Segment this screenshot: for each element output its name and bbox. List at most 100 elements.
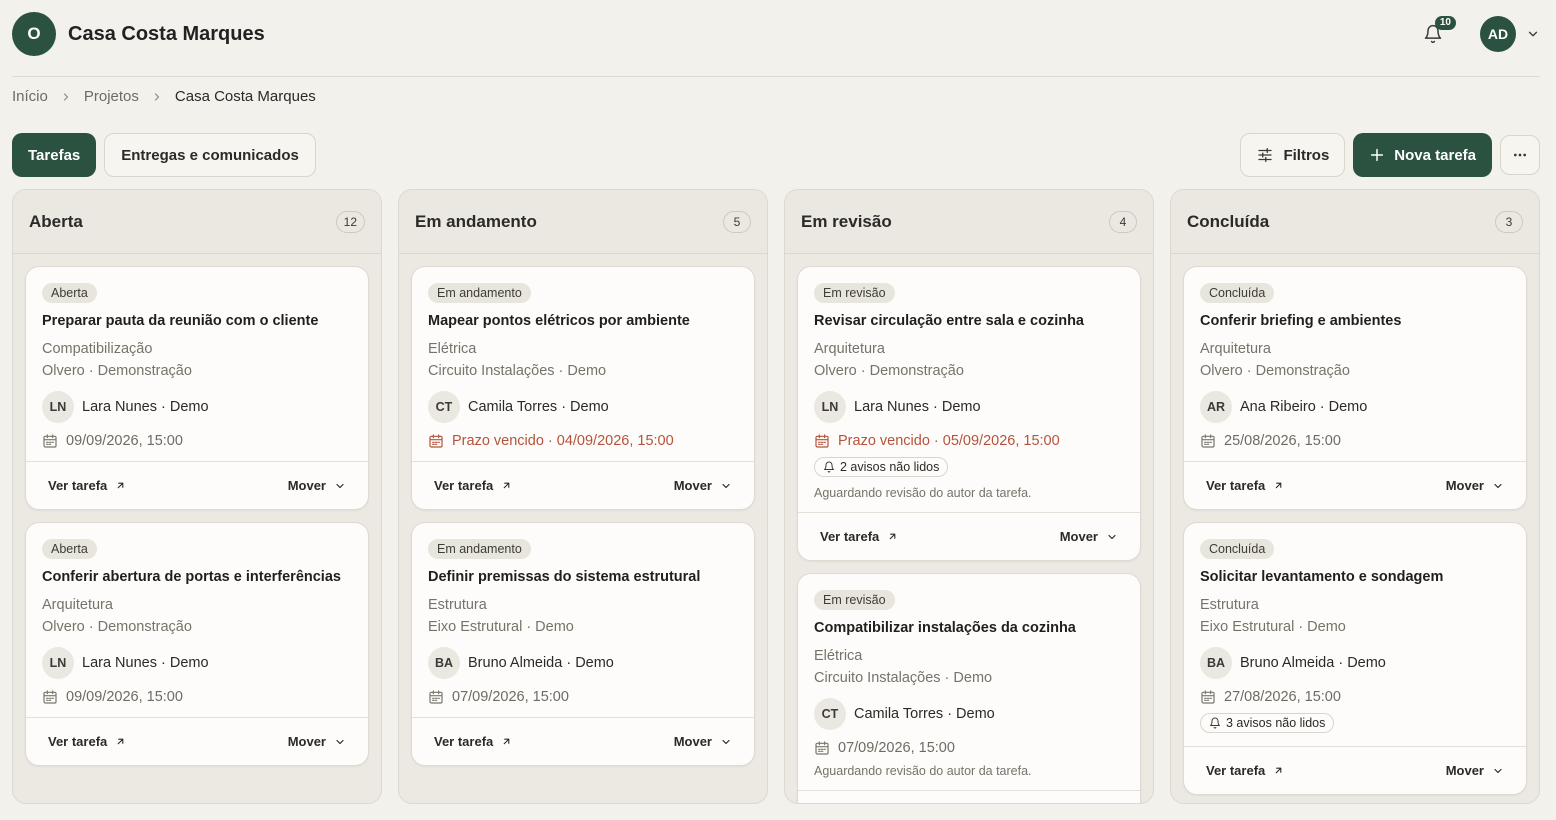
- move-task-button[interactable]: Mover: [1446, 478, 1504, 493]
- column-title: Em revisão: [801, 211, 892, 231]
- toolbar-actions: Filtros Nova tarefa: [1240, 133, 1540, 177]
- column-title: Aberta: [29, 211, 83, 231]
- avatar: LN: [814, 391, 846, 423]
- due-date-text: 07/09/2026, 15:00: [838, 740, 955, 756]
- move-task-button[interactable]: Mover: [288, 478, 346, 493]
- move-task-button[interactable]: Mover: [674, 478, 732, 493]
- more-options-button[interactable]: [1500, 135, 1540, 175]
- calendar-icon: [43, 434, 57, 448]
- view-task-link[interactable]: Ver tarefa: [48, 478, 126, 493]
- user-avatar[interactable]: AD: [1480, 16, 1516, 52]
- plus-icon: [1371, 148, 1384, 162]
- task-due-date: 27/08/2026, 15:00: [1200, 689, 1510, 705]
- user-menu-chevron[interactable]: [1526, 27, 1540, 41]
- view-task-link[interactable]: Ver tarefa: [1206, 763, 1284, 778]
- external-arrow-icon: [503, 738, 510, 745]
- view-task-label: Ver tarefa: [1206, 763, 1266, 778]
- move-task-button[interactable]: Mover: [1060, 529, 1118, 544]
- task-title[interactable]: Conferir briefing e ambientes: [1200, 313, 1510, 329]
- status-badge: Em revisão: [814, 590, 895, 610]
- avatar: BA: [428, 647, 460, 679]
- task-card-content: Em andamento Mapear pontos elétricos por…: [412, 267, 754, 461]
- calendar-icon: [815, 434, 829, 448]
- status-badge: Aberta: [42, 539, 97, 559]
- external-arrow-icon: [503, 482, 510, 489]
- kanban-board: Aberta 12 Aberta Preparar pauta da reuni…: [12, 189, 1540, 804]
- column-header: Em andamento 5: [399, 190, 767, 254]
- task-card-content: Concluída Conferir briefing e ambientes …: [1184, 267, 1526, 461]
- task-card[interactable]: Aberta Preparar pauta da reunião com o c…: [25, 266, 369, 510]
- task-title[interactable]: Definir premissas do sistema estrutural: [428, 569, 738, 585]
- task-card[interactable]: Aberta Conferir abertura de portas e int…: [25, 522, 369, 766]
- view-task-link[interactable]: Ver tarefa: [1206, 478, 1284, 493]
- view-task-link[interactable]: Ver tarefa: [820, 529, 898, 544]
- view-task-label: Ver tarefa: [434, 478, 494, 493]
- external-arrow-icon: [889, 533, 896, 540]
- view-task-link[interactable]: Ver tarefa: [434, 478, 512, 493]
- task-team: Circuito Instalações · Demo: [814, 670, 993, 686]
- new-task-label: Nova tarefa: [1394, 146, 1476, 164]
- move-task-button[interactable]: Mover: [674, 734, 732, 749]
- move-task-label: Mover: [287, 478, 326, 493]
- breadcrumb-projects[interactable]: Projetos: [84, 88, 139, 105]
- task-assignee: CT Camila Torres · Demo: [428, 391, 738, 423]
- more-horizontal-icon: [1514, 153, 1526, 157]
- task-card[interactable]: Em revisão Revisar circulação entre sala…: [797, 266, 1141, 561]
- column-header: Concluída 3: [1171, 190, 1539, 254]
- move-task-label: Mover: [287, 734, 326, 749]
- move-task-button[interactable]: Mover: [1446, 763, 1504, 778]
- notifications-button[interactable]: 10: [1418, 16, 1456, 49]
- task-assignee: LN Lara Nunes · Demo: [42, 391, 352, 423]
- calendar-icon: [815, 741, 829, 755]
- filters-button[interactable]: Filtros: [1240, 133, 1346, 177]
- column-count-badge: 4: [1109, 210, 1137, 233]
- assignee-name: Bruno Almeida · Demo: [468, 655, 614, 671]
- task-card[interactable]: Concluída Solicitar levantamento e sonda…: [1183, 522, 1527, 795]
- task-title[interactable]: Preparar pauta da reunião com o cliente: [42, 313, 352, 329]
- task-card[interactable]: Em andamento Mapear pontos elétricos por…: [411, 266, 755, 510]
- move-task-button[interactable]: Mover: [288, 734, 346, 749]
- unread-notices-badge[interactable]: 3 avisos não lidos: [1200, 713, 1335, 733]
- org-logo[interactable]: O: [12, 12, 56, 56]
- task-title[interactable]: Revisar circulação entre sala e cozinha: [814, 313, 1124, 329]
- unread-notices-text: 3 avisos não lidos: [1226, 716, 1326, 730]
- task-card[interactable]: Concluída Conferir briefing e ambientes …: [1183, 266, 1527, 510]
- task-title[interactable]: Solicitar levantamento e sondagem: [1200, 569, 1510, 585]
- task-card[interactable]: Em andamento Definir premissas do sistem…: [411, 522, 755, 766]
- unread-notices-badge[interactable]: 2 avisos não lidos: [814, 457, 949, 477]
- tab-deliveries[interactable]: Entregas e comunicados: [104, 133, 316, 177]
- chevron-down-icon: [1108, 534, 1116, 539]
- task-due-date: Prazo vencido · 04/09/2026, 15:00: [428, 433, 738, 449]
- status-badge: Aberta: [42, 283, 97, 303]
- assignee-name: Camila Torres · Demo: [468, 399, 609, 415]
- status-badge: Em revisão: [814, 283, 895, 303]
- task-due-date: Prazo vencido · 05/09/2026, 15:00: [814, 433, 1124, 449]
- due-date-text: 07/09/2026, 15:00: [452, 689, 569, 705]
- column-count-badge: 5: [723, 210, 751, 233]
- tab-tasks[interactable]: Tarefas: [12, 133, 97, 177]
- assignee-name: Lara Nunes · Demo: [82, 399, 209, 415]
- task-discipline: Arquitetura: [1200, 341, 1271, 357]
- task-card[interactable]: Em revisão Compatibilizar instalações da…: [797, 573, 1141, 803]
- column-header: Em revisão 4: [785, 190, 1153, 254]
- calendar-icon: [1201, 434, 1215, 448]
- task-assignee: CT Camila Torres · Demo: [814, 698, 1124, 730]
- view-task-link[interactable]: Ver tarefa: [434, 734, 512, 749]
- task-title[interactable]: Conferir abertura de portas e interferên…: [42, 569, 352, 585]
- task-discipline: Elétrica: [814, 648, 863, 664]
- task-card-content: Aberta Preparar pauta da reunião com o c…: [26, 267, 368, 461]
- column-body: Aberta Preparar pauta da reunião com o c…: [13, 254, 381, 766]
- task-card-footer: Ver tarefa Mover: [798, 512, 1140, 560]
- column: Concluída 3 Concluída Conferir briefing …: [1170, 189, 1540, 804]
- breadcrumb-home[interactable]: Início: [12, 88, 48, 105]
- task-title[interactable]: Compatibilizar instalações da cozinha: [814, 620, 1124, 636]
- column: Em revisão 4 Em revisão Revisar circulaç…: [784, 189, 1154, 804]
- bell-icon: [824, 461, 834, 473]
- task-title[interactable]: Mapear pontos elétricos por ambiente: [428, 313, 738, 329]
- project-title: Casa Costa Marques: [68, 22, 265, 45]
- waiting-review-text: Aguardando revisão do autor da tarefa.: [814, 486, 1032, 500]
- new-task-button[interactable]: Nova tarefa: [1353, 133, 1492, 177]
- view-task-link[interactable]: Ver tarefa: [48, 734, 126, 749]
- task-card-content: Em revisão Revisar circulação entre sala…: [798, 267, 1140, 512]
- filters-label: Filtros: [1283, 146, 1330, 164]
